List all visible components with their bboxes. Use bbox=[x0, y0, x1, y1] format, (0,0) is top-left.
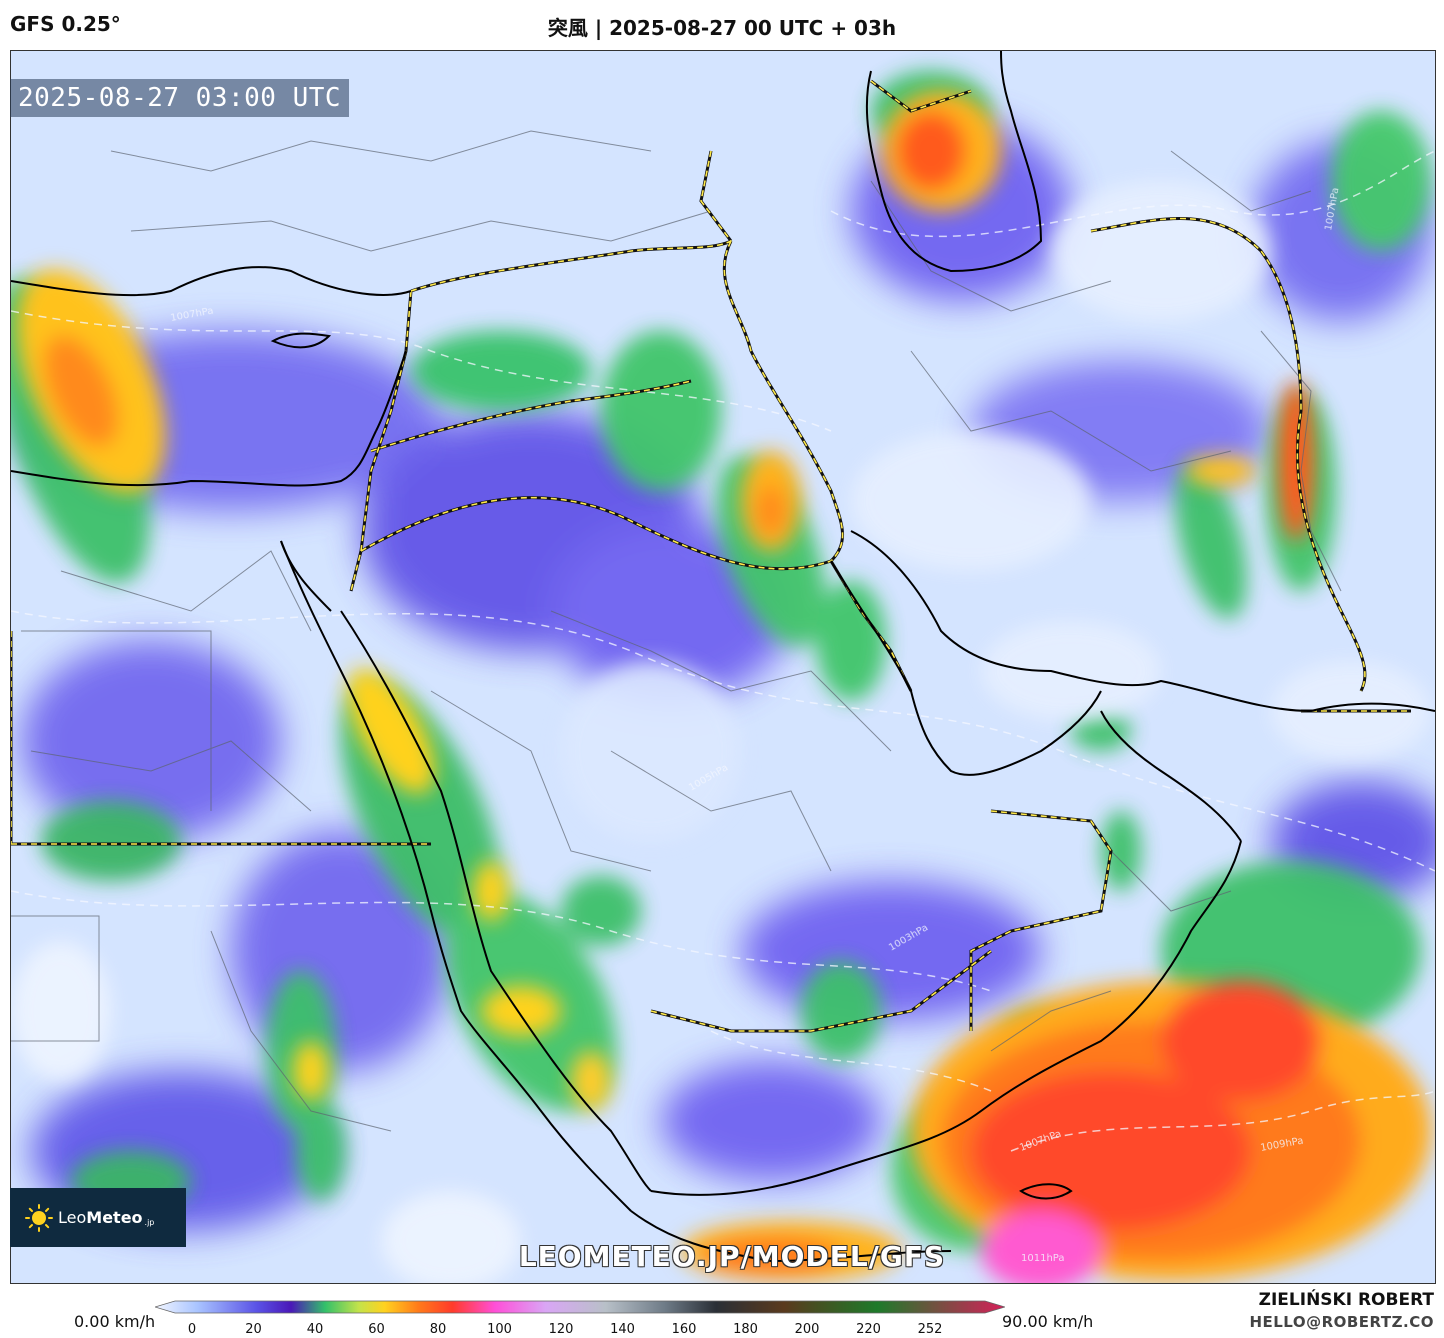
wind-gust-map[interactable]: 1007hPa 1005hPa 1007hPa 1003hPa 1009hPa … bbox=[10, 50, 1436, 1284]
colorbar-tick-label: 100 bbox=[487, 1322, 512, 1337]
site-watermark: LEOMETEO.JP/MODEL/GFS bbox=[518, 1240, 946, 1273]
colorbar bbox=[155, 1300, 1005, 1314]
colorbar-tick-label: 60 bbox=[368, 1322, 385, 1337]
colorbar-tick-label: 200 bbox=[794, 1322, 820, 1337]
legend-min-label: 0.00 km/h bbox=[74, 1312, 156, 1331]
colorbar-tick-label: 40 bbox=[306, 1322, 324, 1337]
colorbar-tick-label: 0 bbox=[187, 1322, 197, 1337]
colorbar-tick-label: 80 bbox=[429, 1322, 447, 1337]
colorbar-tick-label: 220 bbox=[856, 1322, 881, 1337]
colorbar-tick-label: 140 bbox=[610, 1322, 635, 1337]
logo-tld: .jp bbox=[144, 1218, 155, 1227]
logo-text: LeoMeteo bbox=[58, 1208, 143, 1227]
author-email[interactable]: HELLO@ROBERTZ.CO bbox=[1249, 1313, 1434, 1331]
colorbar-tick-label: 120 bbox=[548, 1322, 574, 1337]
colorbar-tick-label: 160 bbox=[671, 1322, 697, 1337]
sun-icon bbox=[25, 1203, 53, 1232]
chart-title: 突風 | 2025-08-27 00 UTC + 03h bbox=[547, 16, 897, 40]
valid-time-badge: 2025-08-27 03:00 UTC bbox=[10, 79, 350, 117]
legend-max-label: 90.00 km/h bbox=[1002, 1312, 1094, 1331]
leometeo-logo[interactable]: LeoMeteo .jp bbox=[10, 1188, 186, 1247]
map-canvas: 1007hPa 1005hPa 1007hPa 1003hPa 1009hPa … bbox=[11, 51, 1435, 1283]
colorbar-tick-label: 252 bbox=[917, 1322, 943, 1337]
colorbar-tick-label: 180 bbox=[733, 1322, 758, 1337]
author-name: ZIELIŃSKI ROBERT bbox=[1258, 1290, 1434, 1310]
colorbar-tick-label: 20 bbox=[245, 1322, 262, 1337]
